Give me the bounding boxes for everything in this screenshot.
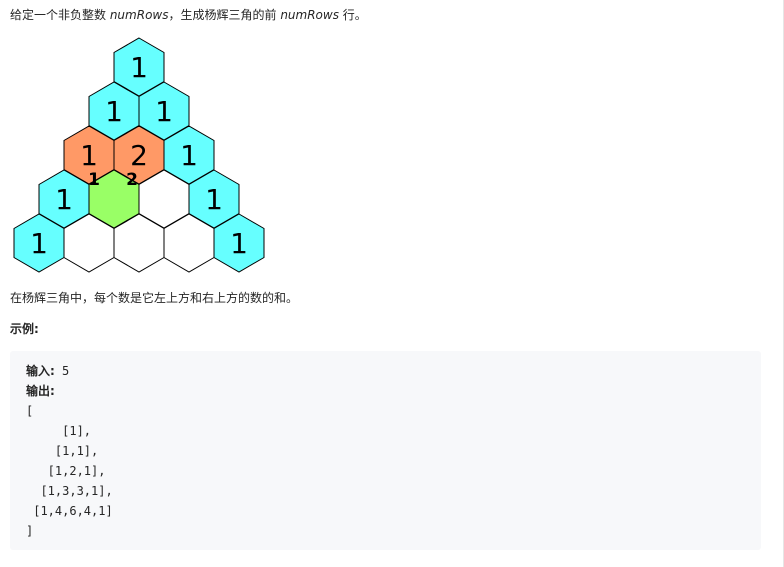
hexagon-value: 1 bbox=[80, 139, 98, 172]
var-numrows: numRows bbox=[280, 8, 339, 22]
hexagon-value: 1 bbox=[230, 227, 248, 260]
pascal-triangle-svg: 11 11 2 11 11 11 2 bbox=[13, 37, 265, 273]
output-label: 输出: bbox=[26, 384, 55, 398]
output-line: [1], bbox=[26, 424, 92, 438]
input-value: 5 bbox=[54, 364, 70, 378]
output-line: [1,2,1], bbox=[26, 464, 106, 478]
hexagon-value: 1 bbox=[130, 51, 148, 84]
intro-middle: ，生成杨辉三角的前 bbox=[168, 8, 281, 22]
output-line: [1,4,6,4,1] bbox=[26, 504, 113, 518]
hexagon-value: 2 bbox=[130, 139, 148, 172]
output-line: [1,1], bbox=[26, 444, 99, 458]
hexagon-value: 1 bbox=[30, 227, 48, 260]
rule-description: 在杨辉三角中，每个数是它左上方和右上方的数的和。 bbox=[10, 291, 299, 305]
example-heading: 示例: bbox=[10, 322, 39, 336]
intro-prefix: 给定一个非负整数 bbox=[10, 8, 110, 22]
hexagon-value: 1 bbox=[205, 183, 223, 216]
hexagon-value: 1 bbox=[105, 95, 123, 128]
output-line: [1,3,3,1], bbox=[26, 484, 113, 498]
input-label: 输入: bbox=[26, 364, 55, 378]
example-code-block: 输入: 5 输出: [ [1], [1,1], [1,2,1], [1,3,3,… bbox=[10, 351, 761, 550]
var-numrows: numRows bbox=[109, 8, 169, 22]
hexagon-value: 1 bbox=[180, 139, 198, 172]
sum-annotation: 1 bbox=[88, 170, 100, 190]
intro-suffix: 行。 bbox=[338, 8, 367, 22]
example-output-label-line: 输出: bbox=[26, 381, 55, 401]
sum-annotation: 2 bbox=[126, 170, 138, 190]
pascal-triangle-figure: 111121111112 bbox=[10, 34, 270, 276]
output-line: [ bbox=[26, 404, 34, 418]
hexagon-value: 1 bbox=[55, 183, 73, 216]
example-input-line: 输入: 5 bbox=[26, 361, 69, 381]
problem-statement: 给定一个非负整数 numRows，生成杨辉三角的前 numRows 行。 bbox=[10, 6, 367, 24]
output-line: ] bbox=[26, 524, 34, 538]
hexagon-value: 1 bbox=[155, 95, 173, 128]
